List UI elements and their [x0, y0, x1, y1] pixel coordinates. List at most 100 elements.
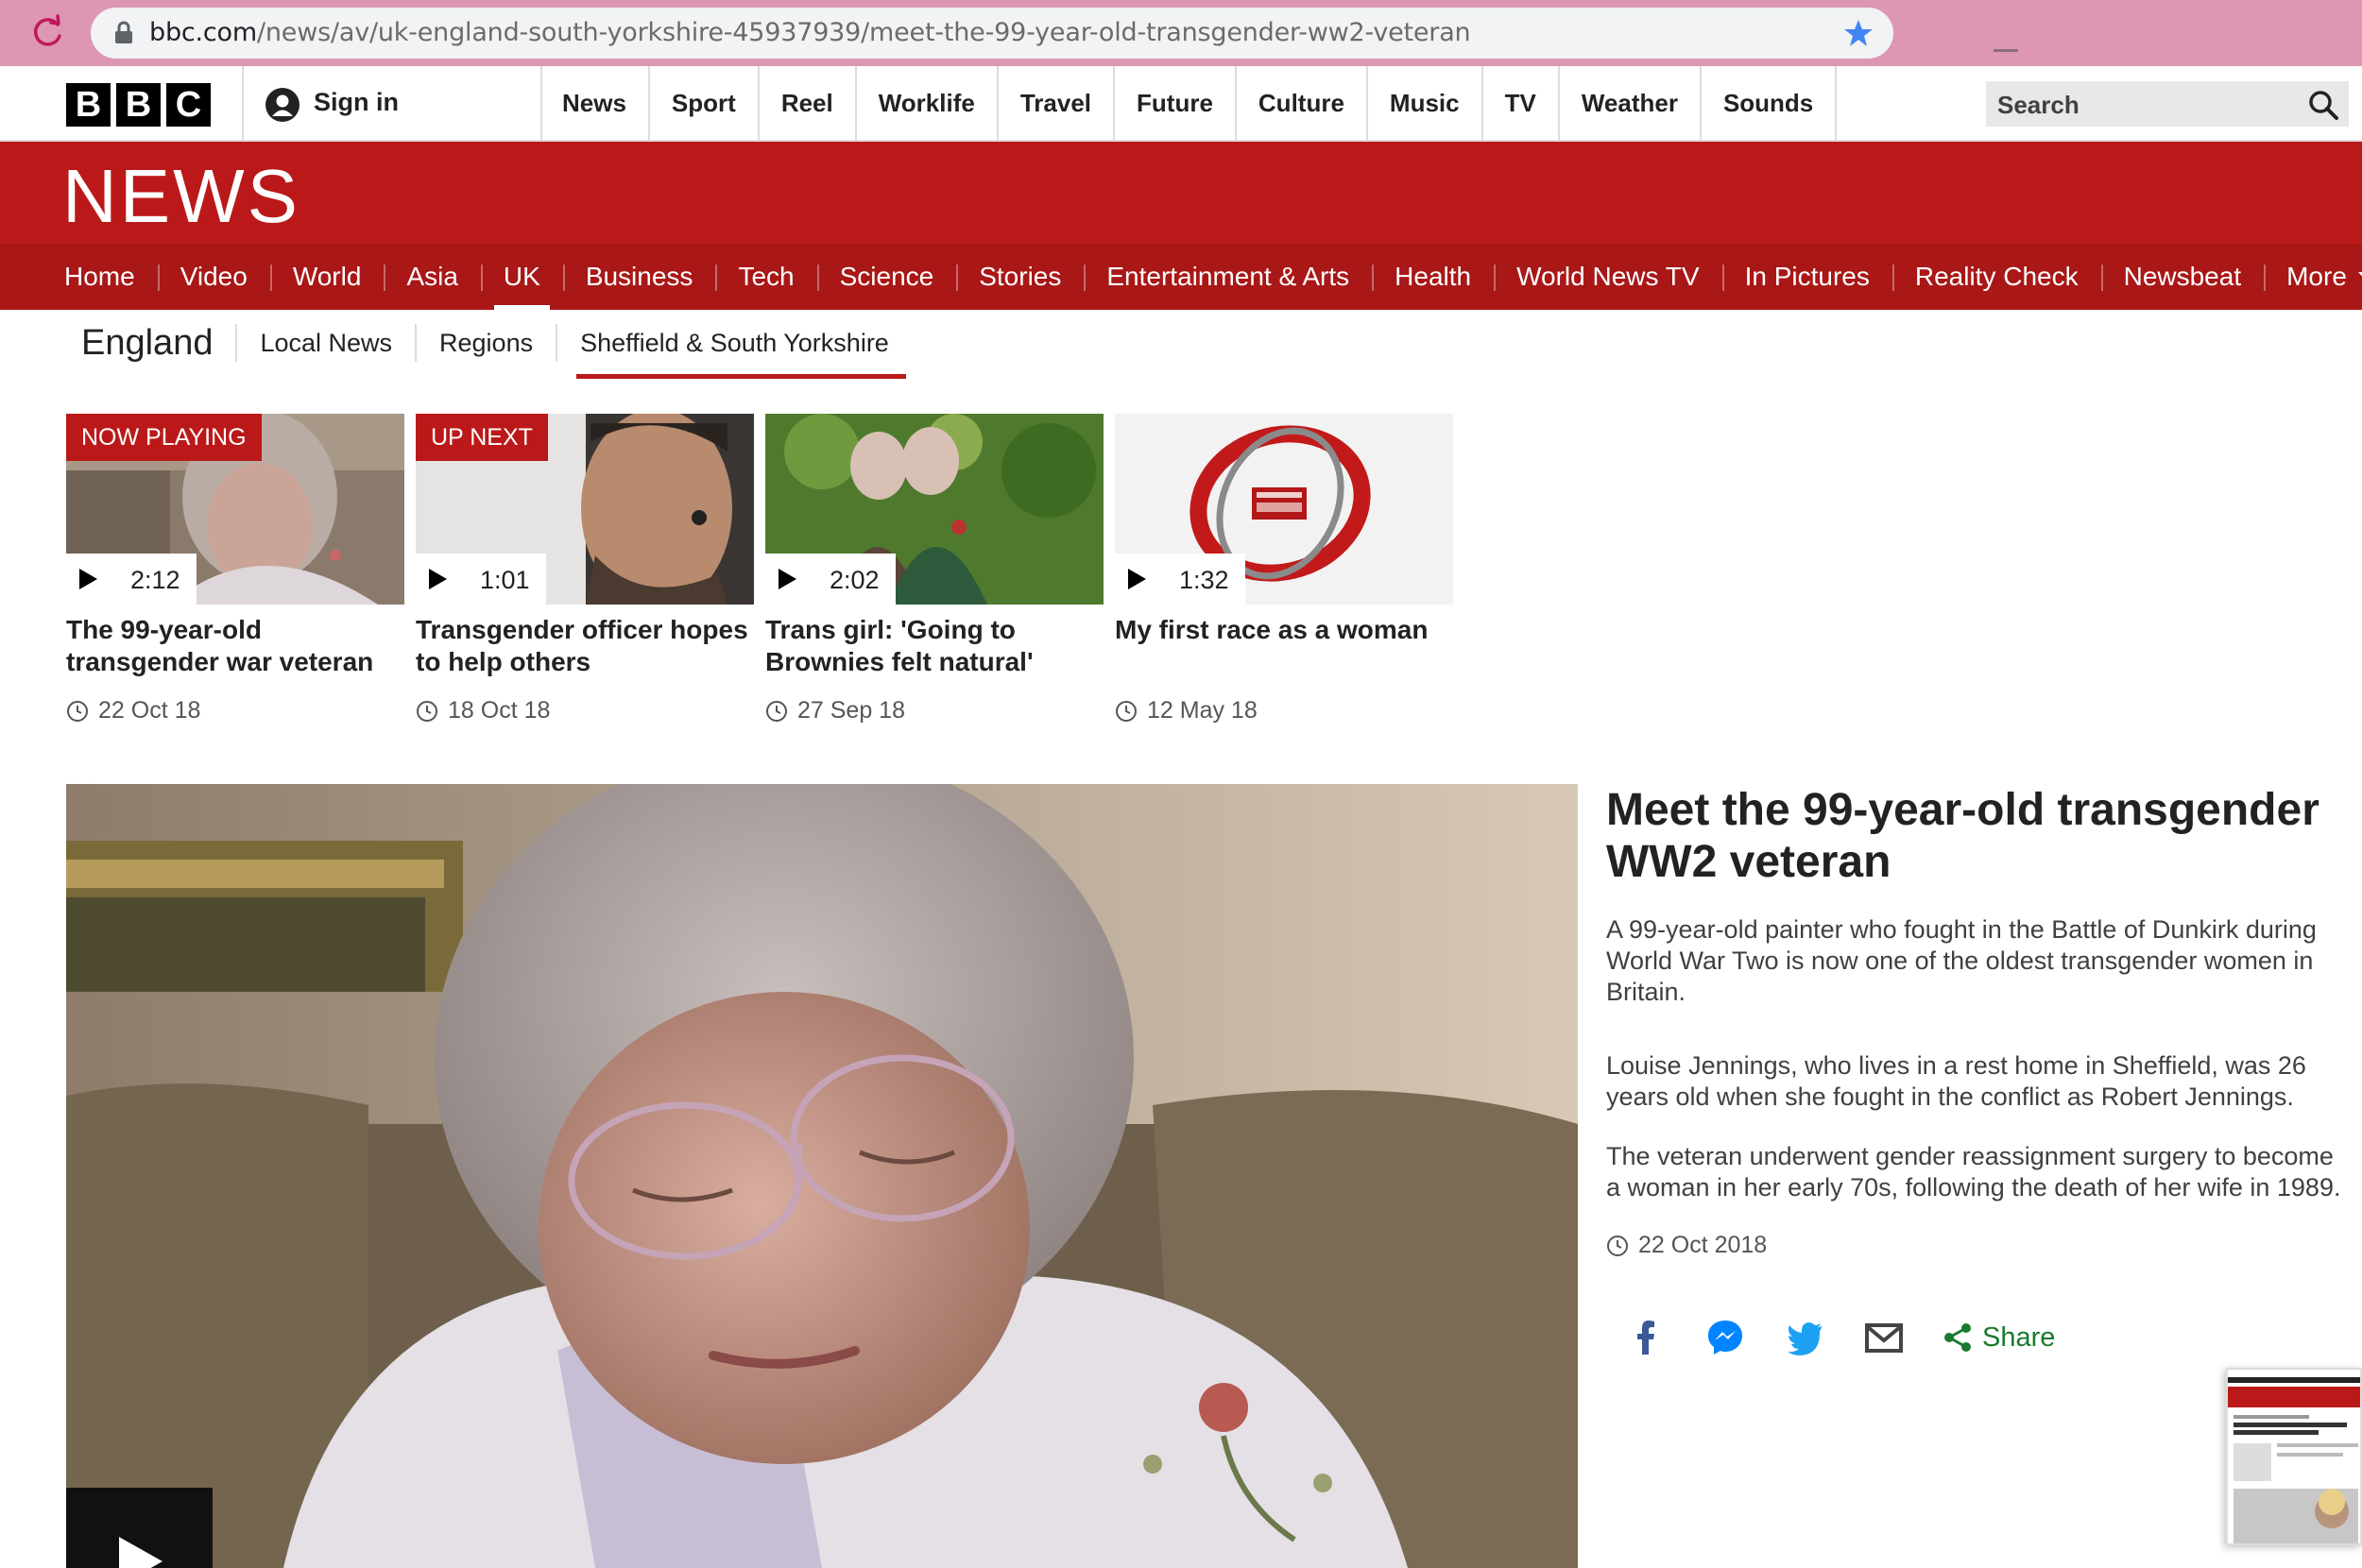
video-card[interactable]: 2:02 Trans girl: 'Going to Brownies felt… [765, 414, 1104, 724]
sign-in-label: Sign in [314, 88, 399, 116]
section-nav-uk[interactable]: UK [480, 244, 563, 310]
more-label: More [2286, 262, 2347, 291]
section-nav-more[interactable]: More [2264, 244, 2362, 310]
facebook-icon[interactable] [1625, 1317, 1667, 1358]
messenger-icon[interactable] [1704, 1317, 1746, 1358]
global-nav-tv[interactable]: TV [1483, 66, 1560, 140]
article-date-text: 22 Oct 2018 [1638, 1232, 1768, 1258]
video-duration: 2:02 [830, 566, 880, 594]
global-nav-future[interactable]: Future [1115, 66, 1237, 140]
section-nav-world[interactable]: World [269, 244, 385, 310]
sub-nav-regions[interactable]: Regions [417, 324, 558, 362]
bookmark-star-icon[interactable] [1842, 17, 1874, 49]
share-button[interactable]: Share [1943, 1322, 2055, 1354]
window-preview-thumbnail[interactable] [2226, 1368, 2362, 1545]
play-button[interactable] [66, 1488, 213, 1568]
twitter-icon[interactable] [1784, 1317, 1825, 1358]
window-minimize-glyph [1994, 49, 2018, 52]
video-thumbnail[interactable]: NOW PLAYING 2:12 [66, 414, 404, 605]
sub-nav-sheffield-south-yorkshire[interactable]: Sheffield & South Yorkshire [557, 324, 912, 379]
video-date-text: 18 Oct 18 [448, 697, 551, 724]
logo-letter: B [116, 83, 161, 127]
video-headline[interactable]: The 99-year-old transgender war veteran [66, 614, 404, 678]
video-thumbnail[interactable]: UP NEXT 1:01 [416, 414, 754, 605]
reload-icon[interactable] [28, 13, 66, 51]
global-nav-music[interactable]: Music [1368, 66, 1483, 140]
article-paragraph: A 99-year-old painter who fought in the … [1606, 915, 2317, 1006]
chevron-down-icon [2357, 272, 2362, 281]
video-headline[interactable]: My first race as a woman [1115, 614, 1453, 678]
news-wordmark[interactable]: NEWS [62, 153, 300, 240]
section-nav-reality-check[interactable]: Reality Check [1891, 244, 2101, 310]
video-date-text: 22 Oct 18 [98, 697, 201, 724]
user-icon [265, 88, 300, 122]
share-label: Share [1982, 1321, 2056, 1353]
video-headline[interactable]: Transgender officer hopes to help others [416, 614, 754, 678]
main-video-player[interactable] [66, 784, 1578, 1568]
sub-nav-local-news[interactable]: Local News [237, 324, 418, 362]
video-date: 27 Sep 18 [765, 697, 1104, 724]
section-nav-business[interactable]: Business [562, 244, 716, 310]
email-icon[interactable] [1863, 1317, 1905, 1358]
bbc-global-nav: B B C Sign in News Sport Reel Worklife T… [0, 66, 2362, 142]
play-icon [429, 569, 447, 589]
lock-icon[interactable] [111, 21, 136, 45]
news-masthead: NEWS [0, 142, 2362, 244]
video-date: 12 May 18 [1115, 697, 1453, 724]
browser-toolbar: bbc.com/news/av/uk-england-south-yorkshi… [0, 0, 2362, 66]
clock-icon [417, 700, 437, 722]
video-card[interactable]: 1:32 My first race as a woman 12 May 18 [1115, 414, 1453, 724]
play-icon [79, 569, 97, 589]
url-domain: bbc.com [149, 18, 257, 47]
global-nav-news[interactable]: News [540, 66, 650, 140]
sub-nav-title[interactable]: England [66, 324, 238, 362]
article-paragraph: Louise Jennings, who lives in a rest hom… [1606, 1051, 2306, 1111]
section-nav-tech[interactable]: Tech [715, 244, 816, 310]
search-input[interactable]: Search [1986, 81, 2349, 127]
sign-in-button[interactable]: Sign in [242, 66, 542, 140]
video-card[interactable]: UP NEXT 1:01 Transgender officer hopes t… [416, 414, 754, 724]
search-icon[interactable] [2307, 89, 2339, 121]
clock-icon [766, 700, 787, 722]
global-nav-worklife[interactable]: Worklife [857, 66, 999, 140]
global-nav-travel[interactable]: Travel [999, 66, 1116, 140]
url-path: /news/av/uk-england-south-yorkshire-4593… [256, 18, 1471, 47]
news-section-nav: Home Video World Asia UK Business Tech S… [0, 244, 2362, 310]
section-nav-stories[interactable]: Stories [956, 244, 1084, 310]
section-nav-video[interactable]: Video [157, 244, 270, 310]
duration-tag: 2:12 [66, 554, 197, 605]
clock-icon [1607, 1235, 1628, 1256]
play-icon [119, 1537, 163, 1568]
logo-letter: C [166, 83, 211, 127]
duration-tag: 2:02 [765, 554, 896, 605]
section-nav-in-pictures[interactable]: In Pictures [1721, 244, 1892, 310]
up-next-badge: UP NEXT [416, 414, 548, 461]
global-nav-reel[interactable]: Reel [760, 66, 857, 140]
address-bar[interactable]: bbc.com/news/av/uk-england-south-yorkshi… [91, 8, 1893, 59]
section-nav-world-news-tv[interactable]: World News TV [1494, 244, 1721, 310]
video-headline[interactable]: Trans girl: 'Going to Brownies felt natu… [765, 614, 1104, 678]
now-playing-badge: NOW PLAYING [66, 414, 262, 461]
video-duration: 1:01 [480, 566, 530, 594]
logo-letter: B [66, 83, 111, 127]
section-nav-science[interactable]: Science [816, 244, 957, 310]
video-thumbnail[interactable]: 1:32 [1115, 414, 1453, 605]
preview-image [2228, 1370, 2360, 1543]
video-card[interactable]: NOW PLAYING 2:12 The 99-year-old transge… [66, 414, 404, 724]
section-nav-health[interactable]: Health [1372, 244, 1494, 310]
video-date-text: 12 May 18 [1147, 697, 1258, 724]
section-nav-asia[interactable]: Asia [384, 244, 480, 310]
video-date: 22 Oct 18 [66, 697, 404, 724]
global-nav-sounds[interactable]: Sounds [1702, 66, 1838, 140]
section-nav-newsbeat[interactable]: Newsbeat [2100, 244, 2265, 310]
global-nav-culture[interactable]: Culture [1237, 66, 1368, 140]
section-nav-home[interactable]: Home [42, 244, 158, 310]
global-nav-sport[interactable]: Sport [650, 66, 760, 140]
section-nav-entertainment-arts[interactable]: Entertainment & Arts [1084, 244, 1372, 310]
bbc-logo[interactable]: B B C [66, 83, 211, 127]
share-icon [1944, 1323, 1971, 1352]
global-nav-weather[interactable]: Weather [1560, 66, 1702, 140]
share-tools: Share [1625, 1317, 2055, 1358]
video-thumbnail[interactable]: 2:02 [765, 414, 1104, 605]
duration-tag: 1:01 [416, 554, 546, 605]
